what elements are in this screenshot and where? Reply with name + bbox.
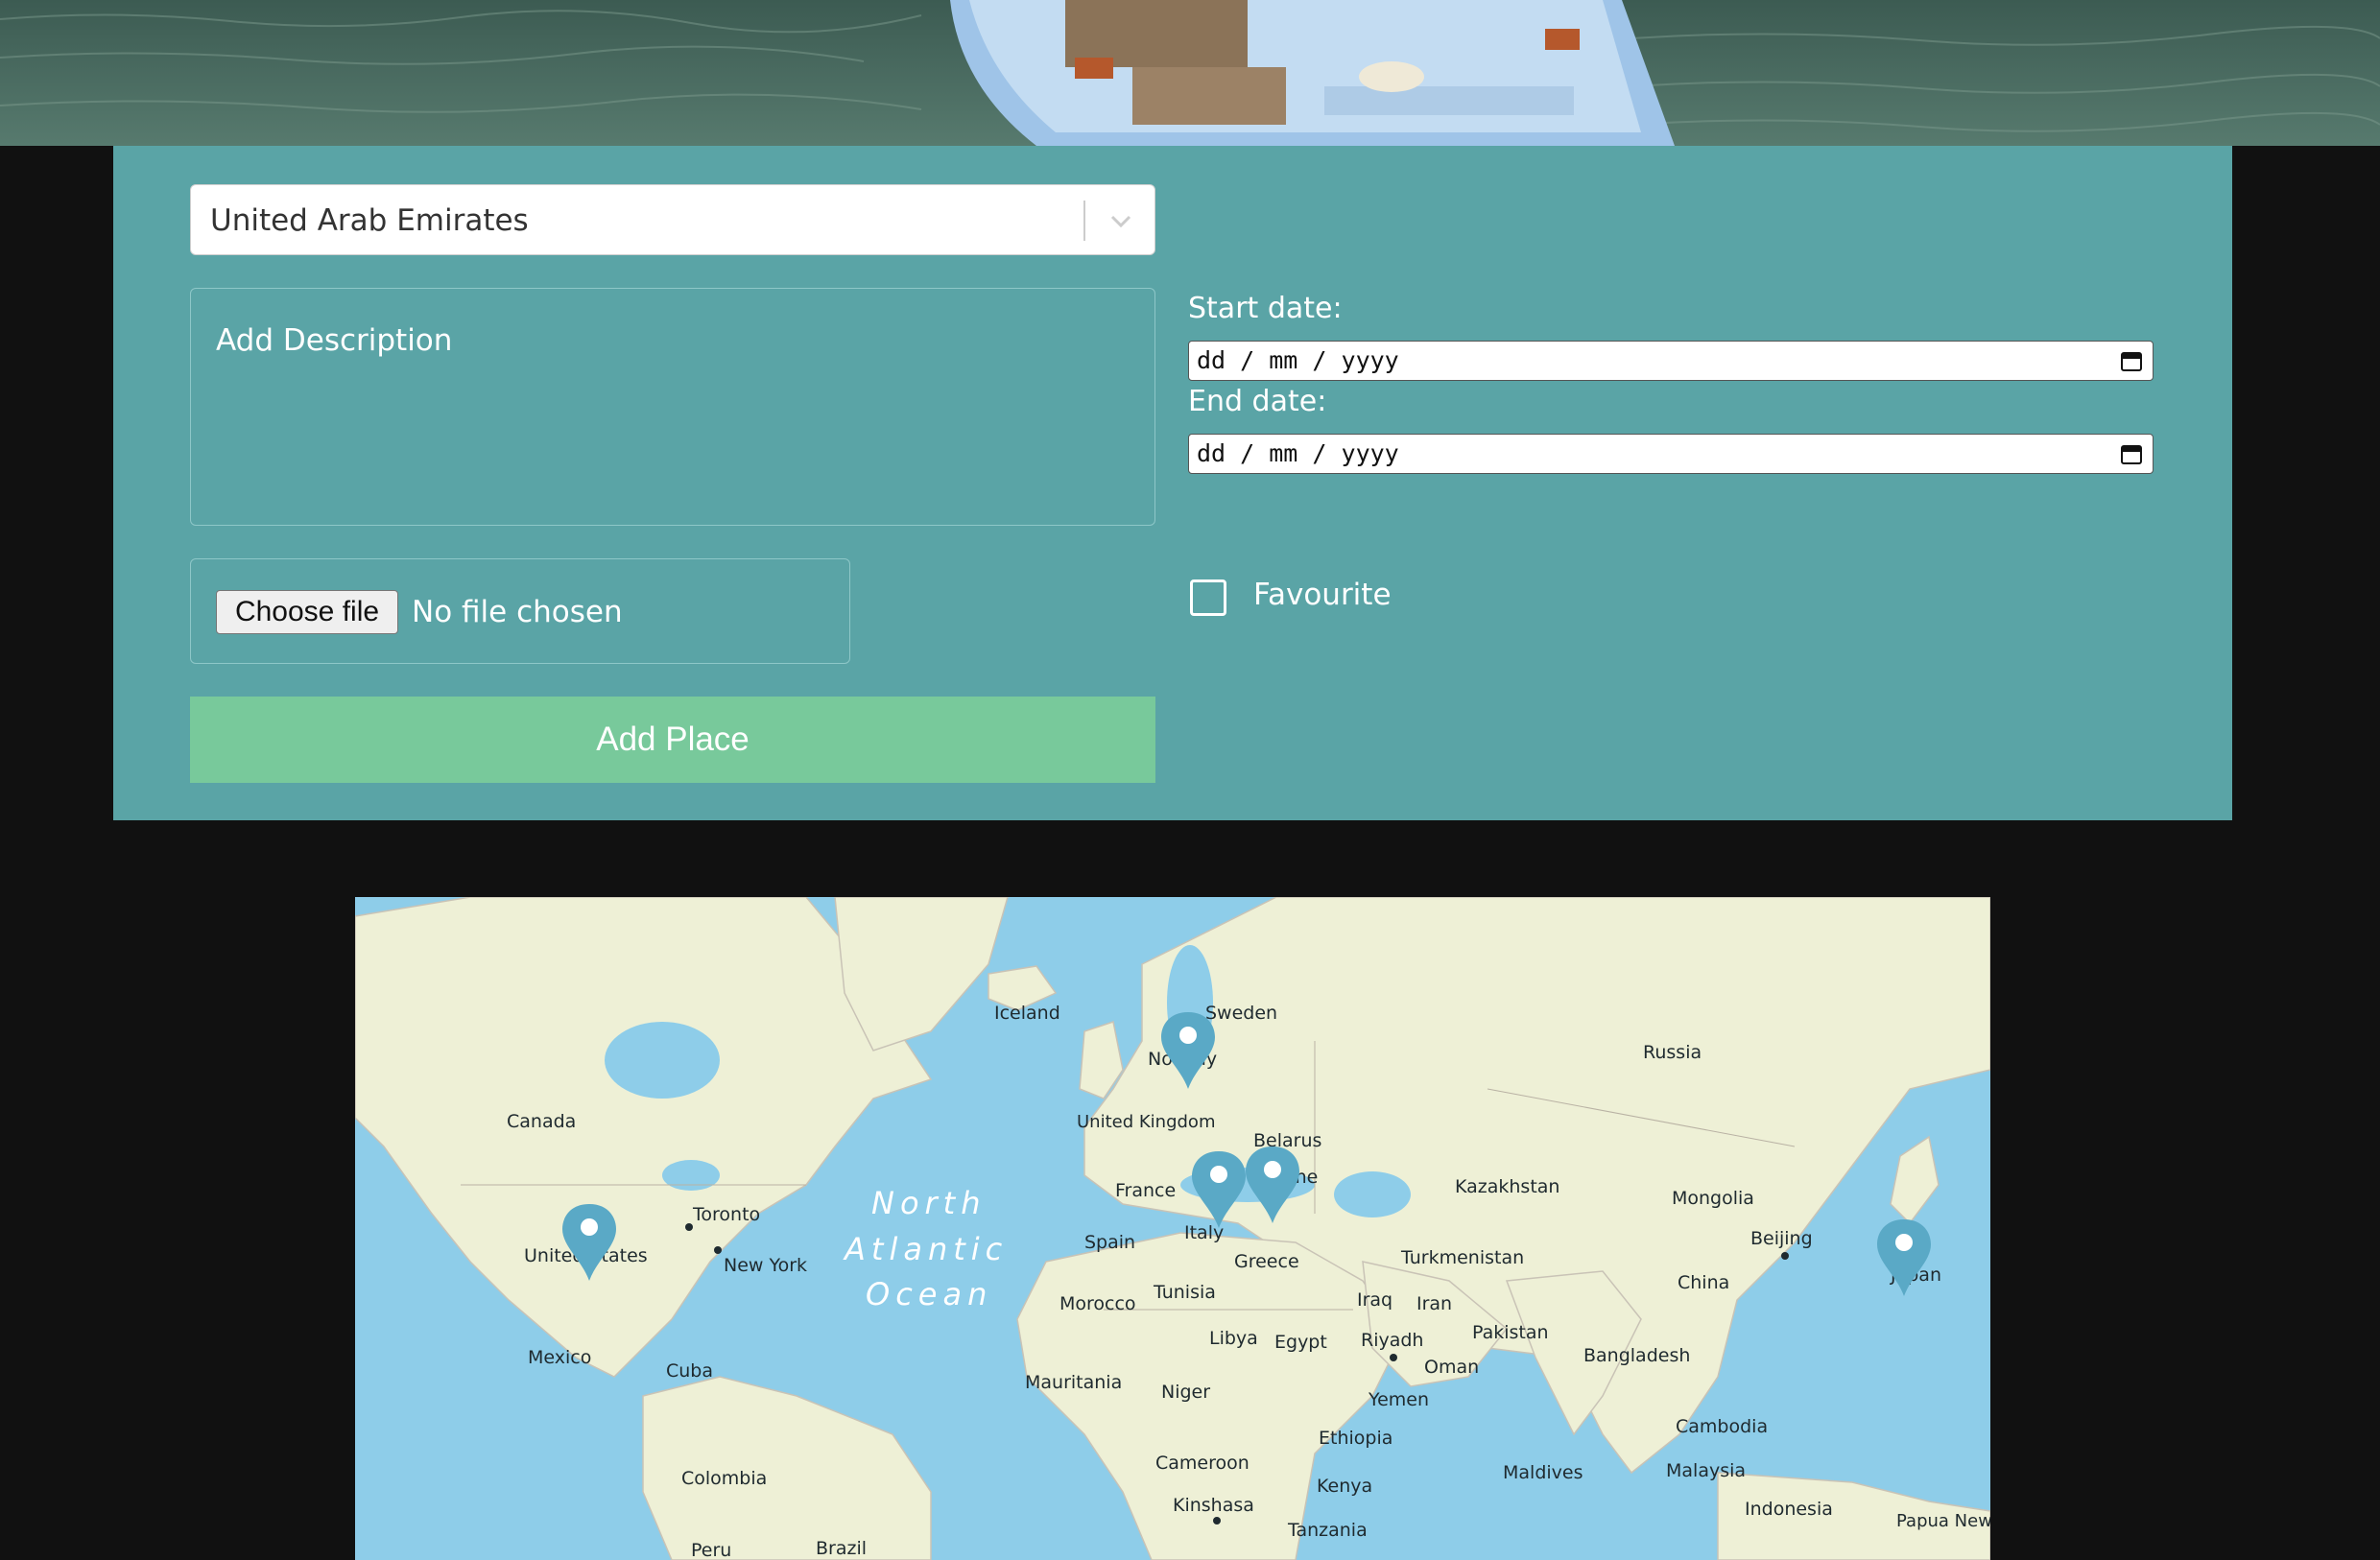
- start-date-format: dd / mm / yyyy: [1197, 346, 1399, 374]
- map-label: Indonesia: [1745, 1499, 1833, 1520]
- map-label: Kinshasa: [1173, 1495, 1254, 1516]
- map-label: China: [1678, 1272, 1729, 1293]
- map-label: Peru: [691, 1540, 731, 1560]
- hero-photo: [0, 0, 2380, 146]
- map-label: Canada: [507, 1111, 576, 1132]
- add-place-button[interactable]: Add Place: [190, 697, 1155, 783]
- map-label: Cambodia: [1676, 1416, 1768, 1437]
- country-select[interactable]: United Arab Emirates: [190, 184, 1155, 255]
- map-label: Cuba: [666, 1360, 713, 1382]
- start-date-input[interactable]: dd / mm / yyyy: [1188, 341, 2154, 381]
- end-date-format: dd / mm / yyyy: [1197, 439, 1399, 467]
- world-map[interactable]: North Atlantic Ocean Iceland Sweden Norw…: [355, 897, 1990, 1560]
- map-label: Cameroon: [1155, 1453, 1250, 1474]
- map-label: Oman: [1424, 1357, 1479, 1378]
- map-label: Turkmenistan: [1400, 1247, 1524, 1268]
- map-label: Yemen: [1368, 1389, 1429, 1410]
- ocean-label-line-3: Ocean: [866, 1276, 992, 1312]
- map-label: Tanzania: [1287, 1520, 1368, 1541]
- calendar-icon[interactable]: [2120, 349, 2143, 372]
- map-label: Egypt: [1274, 1332, 1327, 1353]
- map-label: New York: [724, 1255, 807, 1276]
- calendar-icon[interactable]: [2120, 442, 2143, 465]
- map-label: Bangladesh: [1583, 1345, 1690, 1366]
- map-label: Malaysia: [1666, 1460, 1746, 1481]
- map-label: Libya: [1209, 1328, 1258, 1349]
- map-label: Kazakhstan: [1455, 1176, 1559, 1197]
- map-label: Greece: [1234, 1251, 1299, 1272]
- map-label: Mongolia: [1672, 1188, 1754, 1209]
- ocean-label-line-2: Atlantic: [843, 1231, 1008, 1267]
- map-label: France: [1115, 1180, 1176, 1201]
- map-label: Ethiopia: [1319, 1428, 1392, 1449]
- description-textarea[interactable]: Add Description: [190, 288, 1155, 526]
- map-label: Maldives: [1503, 1462, 1583, 1483]
- end-date-label: End date:: [1188, 385, 1327, 418]
- favourite-checkbox[interactable]: [1190, 579, 1226, 616]
- map-label: Riyadh: [1361, 1330, 1423, 1351]
- select-separator: [1083, 201, 1085, 241]
- map-label: Pakistan: [1472, 1322, 1549, 1343]
- map-label: Mexico: [528, 1347, 591, 1368]
- map-label: Colombia: [681, 1468, 767, 1489]
- country-select-value: United Arab Emirates: [210, 203, 529, 238]
- map-label: Beijing: [1750, 1228, 1813, 1249]
- map-label: Brazil: [816, 1538, 867, 1559]
- map-label: Iran: [1416, 1293, 1452, 1314]
- add-place-form: United Arab Emirates Add Description Cho…: [113, 146, 2232, 820]
- end-date-input[interactable]: dd / mm / yyyy: [1188, 434, 2154, 474]
- map-label: Niger: [1161, 1382, 1210, 1403]
- favourite-label[interactable]: Favourite: [1253, 578, 1392, 612]
- map-label: Morocco: [1059, 1293, 1136, 1314]
- map-label: United Kingdom: [1077, 1112, 1215, 1132]
- ocean-label-line-1: North: [871, 1185, 987, 1221]
- map-label: Mauritania: [1025, 1372, 1122, 1393]
- choose-file-button[interactable]: Choose file: [216, 590, 398, 634]
- map-label: Toronto: [692, 1204, 760, 1225]
- map-label: Russia: [1643, 1042, 1702, 1063]
- chevron-down-icon[interactable]: [1107, 206, 1135, 235]
- description-placeholder: Add Description: [216, 323, 453, 358]
- start-date-label: Start date:: [1188, 292, 1343, 325]
- file-upload: Choose file No file chosen: [190, 558, 850, 664]
- map-label: Iraq: [1357, 1289, 1392, 1311]
- map-label: Sweden: [1205, 1003, 1277, 1024]
- map-label: Papua New Guinea: [1896, 1511, 1990, 1531]
- map-label: Spain: [1084, 1232, 1135, 1253]
- japan: [1890, 1135, 1940, 1225]
- map-label: Iceland: [994, 1003, 1060, 1024]
- map-label: Kenya: [1317, 1476, 1372, 1497]
- map-label: Tunisia: [1153, 1282, 1216, 1303]
- file-status: No file chosen: [412, 595, 623, 629]
